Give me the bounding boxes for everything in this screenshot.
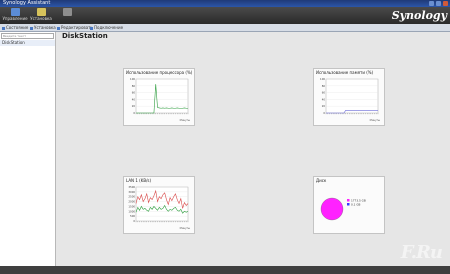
lan-panel-title: LAN 1 (KB/s)	[126, 178, 152, 183]
nav-connect[interactable]: Подключение	[90, 24, 123, 31]
nav-edit[interactable]: Редактировать	[57, 24, 93, 31]
lan-xlabel: Минуты	[179, 227, 190, 230]
sidebar-search-input[interactable]: Введите текст	[1, 33, 54, 39]
window-title: Synology Assistant	[3, 0, 51, 6]
cpu-ytick-label: 20	[132, 104, 136, 108]
disk-chart: 1773.5 GB0.1 GB	[320, 197, 366, 221]
manage-icon	[10, 8, 20, 16]
memory-panel: Использование памяти (%) 0 20 40 60 80 100 Ми…	[313, 68, 385, 126]
cpu-panel-title: Использование процессора (%)	[126, 70, 193, 75]
lan-panel: LAN 1 (KB/s) 0 500 1000 1500 2000 2500 3000 350…	[123, 176, 195, 234]
memory-panel-title: Использование памяти (%)	[316, 70, 374, 75]
memory-plot-area	[325, 78, 379, 114]
watermark: F.Ru	[400, 242, 443, 263]
minimize-button[interactable]	[429, 1, 434, 6]
sidebar-item-diskstation[interactable]: DiskStation	[0, 40, 55, 46]
lan-ytick-label: 2000	[128, 200, 135, 204]
brand-logo: Synology	[391, 9, 447, 22]
edit-icon	[57, 26, 60, 30]
lan-ytick-label: 1500	[128, 204, 135, 208]
window-titlebar: Synology Assistant	[0, 0, 450, 7]
lan-ytick-label: 0	[133, 219, 135, 223]
toolbar-setup-button[interactable]: Установка	[28, 8, 54, 23]
main-content: DiskStation Использование процессора (%)…	[56, 32, 450, 266]
map-icon	[62, 8, 72, 16]
lan-ytick-label: 3500	[128, 185, 135, 189]
lan-plot-area	[135, 186, 189, 222]
memory-ytick-label: 0	[323, 111, 325, 115]
lan-ytick-label: 500	[130, 214, 135, 218]
memory-ytick-label: 40	[322, 97, 326, 101]
nav-bar: Состояние Установка Редактировать Подклю…	[0, 24, 450, 32]
lan-ytick-label: 3000	[128, 190, 135, 194]
connect-icon	[90, 26, 93, 30]
disk-panel-title: Диск	[316, 178, 327, 183]
main-toolbar: Управление Установка	[0, 7, 450, 24]
toolbar-manage-button[interactable]: Управление	[2, 8, 28, 23]
memory-ytick-label: 20	[322, 104, 326, 108]
nav-status[interactable]: Состояние	[2, 24, 28, 31]
disk-legend-swatch	[347, 203, 350, 206]
status-bar	[0, 266, 450, 274]
page-title: DiskStation	[62, 32, 108, 40]
cpu-chart: 0 20 40 60 80 100	[130, 77, 189, 115]
cpu-ytick-label: 40	[132, 97, 136, 101]
memory-chart: 0 20 40 60 80 100	[320, 77, 379, 115]
cpu-panel: Использование процессора (%) 0 20 40 60 80 10…	[123, 68, 195, 126]
memory-xlabel: Минуты	[369, 119, 380, 122]
lan-ytick-label: 1000	[128, 209, 135, 213]
status-icon	[2, 26, 5, 30]
disk-panel: Диск 1773.5 GB 0.1 GB	[313, 176, 385, 234]
cpu-ytick-label: 80	[132, 84, 136, 88]
setup-icon	[36, 8, 46, 16]
memory-ytick-label: 80	[322, 84, 326, 88]
memory-ytick-label: 60	[322, 91, 326, 95]
toolbar-map-button[interactable]	[54, 8, 80, 23]
disk-legend-label: 0.1 GB	[351, 202, 361, 206]
maximize-button[interactable]	[436, 1, 441, 6]
memory-ytick-label: 100	[320, 77, 325, 81]
cpu-ytick-label: 60	[132, 91, 136, 95]
lan-chart: 0500100015002000250030003500	[128, 185, 189, 223]
cpu-xlabel: Минуты	[179, 119, 190, 122]
close-button[interactable]	[443, 1, 448, 6]
lan-ytick-label: 2500	[128, 195, 135, 199]
device-sidebar: Введите текст DiskStation	[0, 32, 56, 266]
cpu-ytick-label: 0	[133, 111, 135, 115]
setup-nav-icon	[30, 26, 33, 30]
cpu-ytick-label: 100	[130, 77, 135, 81]
disk-legend-swatch	[347, 199, 350, 202]
nav-setup[interactable]: Установка	[30, 24, 56, 31]
